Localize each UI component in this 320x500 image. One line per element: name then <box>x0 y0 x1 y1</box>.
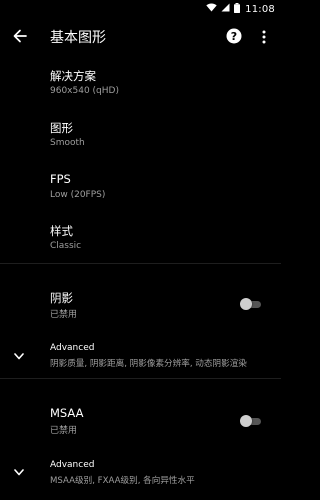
more-options-button[interactable] <box>256 28 272 48</box>
shadow-advanced-title: Advanced <box>50 343 95 353</box>
setting-graphics[interactable]: 图形 Smooth <box>0 112 281 162</box>
setting-resolution[interactable]: 解决方案 960x540 (qHD) <box>0 60 281 110</box>
setting-shadow-title: 阴影 <box>50 291 73 305</box>
setting-fps[interactable]: FPS Low (20FPS) <box>0 164 281 214</box>
setting-msaa-title: MSAA <box>50 406 84 420</box>
setting-resolution-title: 解决方案 <box>50 69 96 83</box>
shadow-advanced-expander[interactable]: Advanced 阴影质量, 阴影距离, 阴影像素分辨率, 动态阴影渲染 <box>0 338 281 374</box>
toggle-thumb <box>240 298 252 310</box>
status-icons <box>206 2 241 16</box>
setting-msaa-value: 已禁用 <box>50 426 78 436</box>
setting-resolution-value: 960x540 (qHD) <box>50 86 119 96</box>
msaa-advanced-summary: MSAA级别, FXAA级别, 各向异性水平 <box>50 476 195 486</box>
msaa-advanced-title: Advanced <box>50 460 95 470</box>
shadow-advanced-summary: 阴影质量, 阴影距离, 阴影像素分辨率, 动态阴影渲染 <box>50 359 247 369</box>
status-time: 11:08 <box>245 3 275 15</box>
arrow-left-icon <box>12 28 28 48</box>
help-circle-icon: ? <box>226 28 242 48</box>
chevron-down-icon <box>13 466 25 478</box>
divider <box>0 263 281 264</box>
page-title: 基本图形 <box>50 30 106 46</box>
status-bar: 11:08 <box>0 0 281 18</box>
svg-text:?: ? <box>231 30 237 43</box>
signal-icon <box>221 3 230 15</box>
wifi-icon <box>206 3 217 15</box>
setting-style-value: Classic <box>50 241 82 251</box>
toggle-thumb <box>240 415 252 427</box>
chevron-down-icon <box>13 350 25 362</box>
setting-graphics-title: 图形 <box>50 121 73 135</box>
msaa-advanced-expander[interactable]: Advanced MSAA级别, FXAA级别, 各向异性水平 <box>0 456 281 492</box>
back-button[interactable] <box>10 28 30 48</box>
help-button[interactable]: ? <box>224 28 244 48</box>
more-vert-icon <box>262 29 266 48</box>
setting-fps-title: FPS <box>50 172 71 186</box>
divider <box>0 378 281 379</box>
app-bar: 基本图形 ? <box>0 18 281 58</box>
setting-style[interactable]: 样式 Classic <box>0 215 281 265</box>
setting-fps-value: Low (20FPS) <box>50 190 106 200</box>
setting-shadow[interactable]: 阴影 已禁用 <box>0 282 281 326</box>
setting-shadow-value: 已禁用 <box>50 310 78 320</box>
msaa-toggle[interactable] <box>240 415 262 427</box>
battery-icon <box>234 2 241 16</box>
setting-msaa[interactable]: MSAA 已禁用 <box>0 397 281 441</box>
shadow-toggle[interactable] <box>240 298 262 310</box>
setting-graphics-value: Smooth <box>50 138 85 148</box>
setting-style-title: 样式 <box>50 224 73 238</box>
settings-screen: 11:08 基本图形 ? 解决方案 960x540 (qHD) 图形 Smoot… <box>0 0 281 500</box>
